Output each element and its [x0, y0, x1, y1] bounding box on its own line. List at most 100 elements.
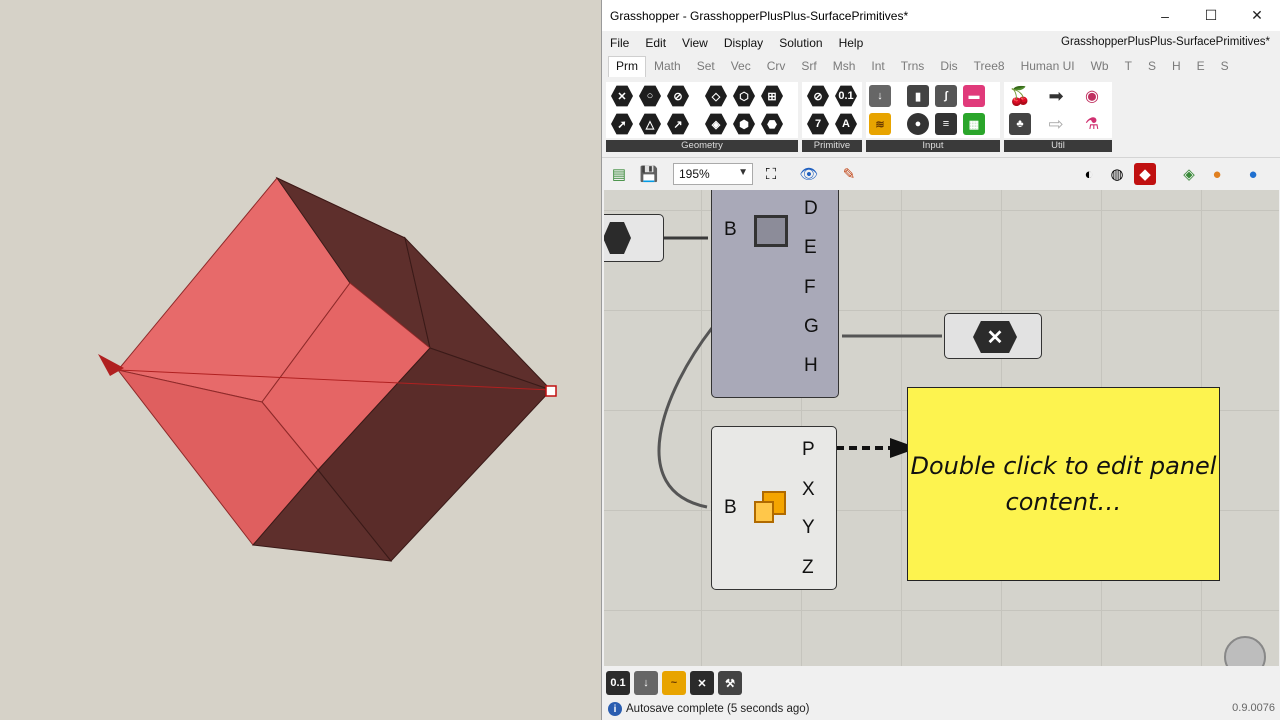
tree-icon[interactable]: ♣	[1006, 110, 1034, 138]
tab-srf[interactable]: Srf	[793, 59, 824, 77]
ribbon-group-input: ↓ ≋ ▮ ∫ ▬ ● ≡ ▦ Input	[866, 82, 1000, 152]
tab-t[interactable]: T	[1117, 59, 1140, 77]
tab-trns[interactable]: Trns	[893, 59, 933, 77]
preview-eye-icon[interactable]: 👁	[798, 163, 820, 185]
tab-prm[interactable]: Prm	[608, 56, 646, 77]
menu-edit[interactable]: Edit	[637, 36, 674, 50]
tab-wb[interactable]: Wb	[1083, 59, 1117, 77]
save-file-icon[interactable]: 💾	[638, 163, 660, 185]
box-corners-component[interactable]: B P X Y Z	[711, 426, 837, 590]
arrow-icon[interactable]: ➡	[1042, 82, 1070, 110]
sketch-brush-icon[interactable]: ✎	[838, 163, 860, 185]
tab-msh[interactable]: Msh	[825, 59, 864, 77]
circle-param-icon[interactable]: ○	[636, 82, 664, 110]
menu-bar: File Edit View Display Solution Help Gra…	[602, 31, 1280, 55]
point-param-icon[interactable]: ↗	[664, 110, 692, 138]
matrix-icon[interactable]: ▦	[960, 110, 988, 138]
import-icon[interactable]: ↓	[634, 671, 658, 695]
box-corners-icon	[754, 491, 788, 525]
relay-arrow-icon[interactable]: ⇨	[1042, 110, 1070, 138]
output-e-label: E	[804, 237, 817, 258]
curve-param-icon[interactable]: ⊘	[664, 82, 692, 110]
geometry-param-icon[interactable]: ✕	[690, 671, 714, 695]
display-options-icon[interactable]: ●	[1242, 163, 1264, 185]
tab-set[interactable]: Set	[689, 59, 723, 77]
surface-param-icon[interactable]: ◇	[702, 82, 730, 110]
component-tabs: Prm Math Set Vec Crv Srf Msh Int Trns Di…	[602, 55, 1280, 77]
rhino-viewport[interactable]	[0, 0, 601, 720]
tab-h[interactable]: H	[1164, 59, 1189, 77]
geometry-param-component[interactable]: ✕	[944, 313, 1042, 359]
graph-mapper-icon[interactable]: ~	[662, 671, 686, 695]
ribbon-group-label: Geometry	[606, 140, 798, 152]
text-param-icon[interactable]: A	[832, 110, 860, 138]
open-file-icon[interactable]: ▤	[608, 163, 630, 185]
menu-solution[interactable]: Solution	[771, 36, 830, 50]
tools-icon[interactable]: ⚒	[718, 671, 742, 695]
output-d-label: D	[804, 198, 818, 219]
grasshopper-canvas[interactable]: B D E F G H ✕ B P X Y Z Double click to …	[604, 190, 1279, 666]
fitness-icon[interactable]: ◉	[1078, 82, 1106, 110]
cherry-picker-icon[interactable]: 🍒	[1006, 82, 1034, 110]
box-icon	[604, 222, 631, 254]
menu-display[interactable]: Display	[716, 36, 771, 50]
line-param-icon[interactable]: △	[636, 110, 664, 138]
slider-icon[interactable]: ▮	[904, 82, 932, 110]
version-label: 0.9.0076	[1232, 702, 1275, 714]
selected-preview-icon[interactable]: ◆	[1134, 163, 1156, 185]
tab-vec[interactable]: Vec	[723, 59, 759, 77]
number-param-icon[interactable]: 0.1	[832, 82, 860, 110]
tab-dis[interactable]: Dis	[932, 59, 965, 77]
tab-int[interactable]: Int	[863, 59, 892, 77]
zoom-select[interactable]: 195% ▼	[673, 163, 753, 185]
output-h-label: H	[804, 355, 818, 376]
box-param-icon[interactable]: ⬢	[730, 110, 758, 138]
ribbon-group-primitive: ⊘ 0.1 7 A Primitive	[802, 82, 862, 152]
tab-s2[interactable]: S	[1213, 59, 1237, 77]
value-list-icon[interactable]: ≡	[932, 110, 960, 138]
minimize-button[interactable]: –	[1142, 0, 1188, 31]
brep-param-icon[interactable]: ⬡	[730, 82, 758, 110]
boolean-param-icon[interactable]: ⊘	[804, 82, 832, 110]
button-icon[interactable]: ●	[904, 110, 932, 138]
output-p-label: P	[802, 439, 815, 460]
zoom-extents-icon[interactable]: ⛶	[760, 163, 782, 185]
wireframe-preview-icon[interactable]: ◐	[1078, 163, 1100, 185]
deconstruct-box-component[interactable]: B D E F G H	[711, 190, 839, 398]
tab-e[interactable]: E	[1189, 59, 1213, 77]
geometry-param-icon[interactable]: ✕	[608, 82, 636, 110]
mesh-param-icon[interactable]: ⊞	[758, 82, 786, 110]
tab-crv[interactable]: Crv	[759, 59, 794, 77]
number-param-icon[interactable]: 0.1	[606, 671, 630, 695]
tab-s[interactable]: S	[1140, 59, 1164, 77]
cube-render	[98, 176, 557, 562]
ribbon-group-label: Primitive	[802, 140, 862, 152]
graph-icon[interactable]: ∫	[932, 82, 960, 110]
gumball-handle[interactable]	[545, 385, 557, 397]
deconstruct-box-icon	[754, 215, 788, 247]
graph-mapper-icon[interactable]: ≋	[866, 110, 894, 138]
output-y-label: Y	[802, 517, 815, 538]
maximize-button[interactable]: ☐	[1188, 0, 1234, 31]
transform-param-icon[interactable]: ⬣	[758, 110, 786, 138]
tab-human-ui[interactable]: Human UI	[1013, 59, 1083, 77]
ribbon-group-label: Util	[1004, 140, 1112, 152]
plane-param-icon[interactable]: ◈	[702, 110, 730, 138]
tab-tree8[interactable]: Tree8	[966, 59, 1013, 77]
ribbon-group-geometry: ✕ ○ ⊘ ➚ △ ↗ ◇ ⬡ ⊞ ◈ ⬢ ⬣ Geometry	[606, 82, 798, 152]
integer-param-icon[interactable]: 7	[804, 110, 832, 138]
menu-view[interactable]: View	[674, 36, 716, 50]
box-param-component[interactable]	[604, 214, 664, 262]
flask-icon[interactable]: ⚗	[1078, 110, 1106, 138]
menu-file[interactable]: File	[602, 36, 637, 50]
material-icon[interactable]: ●	[1206, 163, 1228, 185]
menu-help[interactable]: Help	[831, 36, 872, 50]
close-button[interactable]: ✕	[1234, 0, 1280, 31]
vector-param-icon[interactable]: ➚	[608, 110, 636, 138]
mesh-settings-icon[interactable]: ◈	[1178, 163, 1200, 185]
import-icon[interactable]: ↓	[866, 82, 894, 110]
tab-math[interactable]: Math	[646, 59, 689, 77]
shaded-preview-icon[interactable]: ◍	[1106, 163, 1128, 185]
gradient-icon[interactable]: ▬	[960, 82, 988, 110]
panel-component[interactable]: Double click to edit panel content…	[907, 387, 1220, 581]
